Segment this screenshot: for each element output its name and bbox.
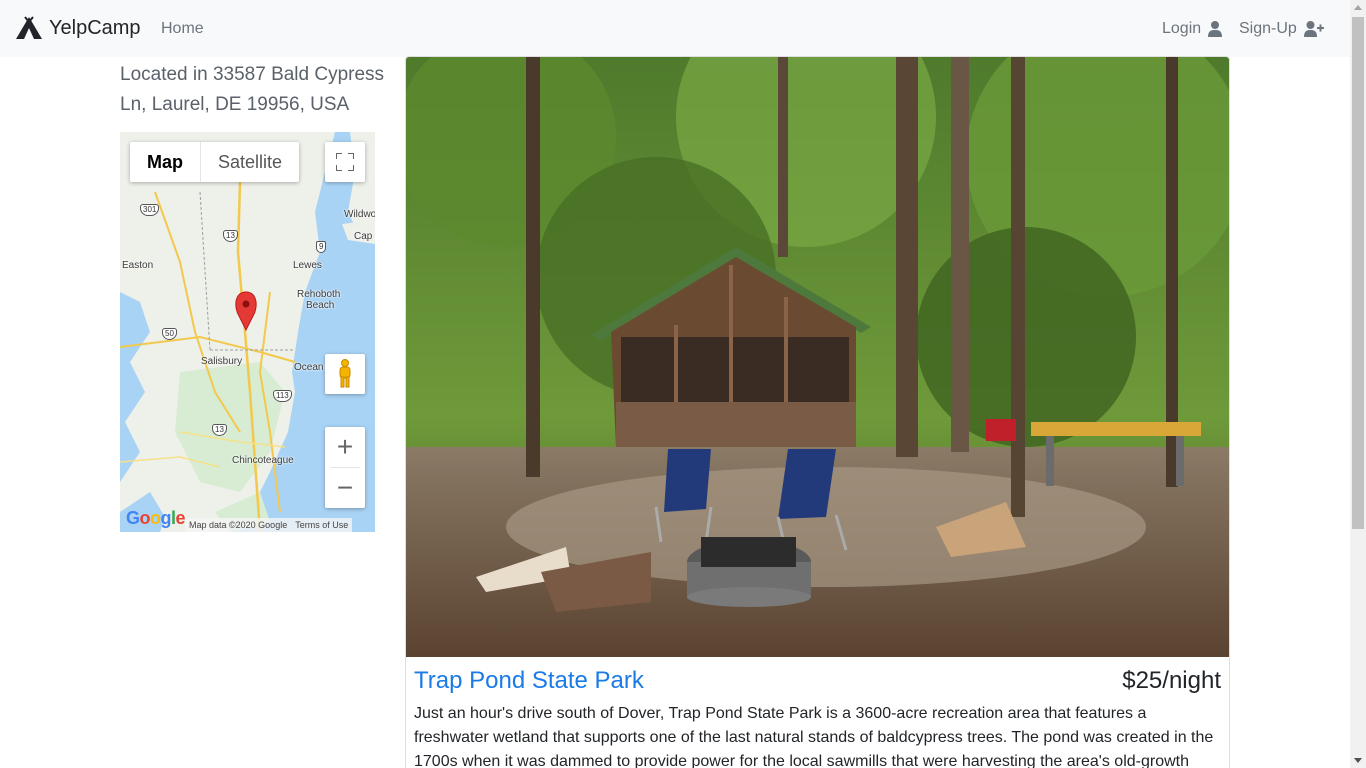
navbar: YelpCamp Home Login Sign-Up [0,0,1350,57]
map[interactable]: Map Satellite + − Easton Lewes Rehoboth … [120,132,375,532]
signup-label: Sign-Up [1239,20,1297,37]
brand-link[interactable]: YelpCamp [16,16,141,40]
page-scrollbar[interactable] [1350,0,1366,768]
map-place-label: Chincoteague [232,455,294,466]
map-place-label: Easton [122,260,154,271]
campground-title-link[interactable]: Trap Pond State Park [414,667,644,695]
street-view-button[interactable] [325,354,365,394]
pegman-icon [339,359,351,388]
route-shield: 113 [273,390,292,402]
campsite-photo [406,57,1229,657]
map-type-control: Map Satellite [130,142,300,182]
map-place-label: Lewes [293,260,322,271]
fullscreen-button[interactable] [325,142,365,182]
nav-signup-link[interactable]: Sign-Up [1239,19,1324,39]
scroll-down-arrow-icon[interactable] [1354,758,1362,763]
fullscreen-icon [336,153,354,171]
map-data-text: Map data ©2020 Google [189,520,288,530]
map-place-label: Cap [354,231,373,242]
campground-price: $25/night [1122,667,1221,694]
map-type-satellite-button[interactable]: Satellite [200,142,299,182]
google-logo-letter: o [139,508,151,528]
map-place-label: Ocean [294,362,324,373]
campground-logo-icon [16,16,42,39]
brand-name: YelpCamp [49,17,141,39]
zoom-control: + − [325,427,365,508]
campground-image [406,57,1229,657]
nav-home-link[interactable]: Home [161,19,204,39]
map-place-label: Beach [306,300,335,311]
campground-description: Just an hour's drive south of Dover, Tra… [414,705,1214,768]
user-icon [1208,21,1223,37]
map-place-label: Salisbury [201,356,243,367]
map-attribution: Map data ©2020 Google Terms of Use [185,518,353,532]
zoom-in-button[interactable]: + [325,427,365,467]
map-place-label: Wildwo [344,209,375,220]
google-logo-letter: g [160,508,172,528]
google-logo-letter: o [150,508,161,528]
google-logo-letter: e [175,508,186,528]
login-label: Login [1162,20,1202,37]
zoom-out-button[interactable]: − [325,468,365,508]
terms-of-use-link[interactable]: Terms of Use [291,518,352,532]
map-place-label: Rehoboth [297,289,341,300]
google-logo-letter: G [126,508,140,528]
nav-login-link[interactable]: Login [1162,19,1223,39]
scroll-thumb[interactable] [1352,17,1364,529]
scroll-up-arrow-icon[interactable] [1354,5,1362,10]
campground-card: Trap Pond State Park $25/night Just an h… [405,56,1230,768]
map-type-map-button[interactable]: Map [130,142,200,182]
location-text: Located in 33587 Bald Cypress Ln, Laurel… [120,64,385,115]
google-logo[interactable]: Google [126,508,186,529]
user-plus-icon [1303,21,1324,37]
